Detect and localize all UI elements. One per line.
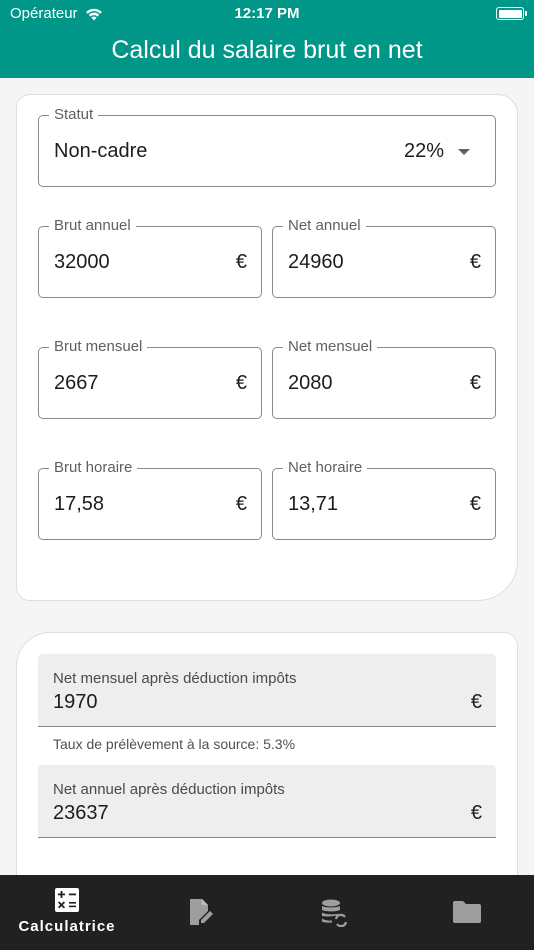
euro-icon: €: [470, 691, 482, 713]
net-horaire-value: 13,71: [288, 492, 339, 515]
net-annuel-value: 24960: [288, 250, 344, 273]
brut-mensuel-value: 2667: [54, 371, 99, 394]
net-mensuel-impots-label: Net mensuel après déduction impôts: [53, 670, 297, 687]
status-bar: Opérateur 12:17 PM: [0, 0, 534, 28]
brut-annuel-field[interactable]: Brut annuel 32000 €: [38, 217, 262, 298]
net-horaire-field[interactable]: Net horaire 13,71 €: [272, 459, 496, 540]
brut-horaire-value: 17,58: [54, 492, 105, 515]
battery-icon: [496, 7, 527, 20]
net-annuel-impots-value: 23637: [53, 802, 109, 824]
net-mensuel-value: 2080: [288, 371, 333, 394]
tax-rate-helper: Taux de prélèvement à la source: 5.3%: [53, 736, 296, 752]
euro-icon: €: [235, 492, 247, 515]
euro-icon: €: [469, 371, 481, 394]
net-mensuel-impots-value: 1970: [53, 691, 98, 713]
euro-icon: €: [235, 250, 247, 273]
clock: 12:17 PM: [234, 5, 300, 22]
bottom-tab-bar: Calculatrice: [0, 875, 534, 950]
dropdown-arrow-icon: [458, 149, 470, 155]
brut-annuel-value: 32000: [54, 250, 110, 273]
net-mensuel-impots-field: Net mensuel après déduction impôts 1970 …: [38, 654, 496, 727]
tab-edit[interactable]: [134, 875, 267, 950]
statut-value: Non-cadre: [54, 139, 148, 162]
tab-database[interactable]: [267, 875, 400, 950]
net-annuel-impots-field: Net annuel après déduction impôts 23637 …: [38, 765, 496, 838]
euro-icon: €: [469, 492, 481, 515]
tab-calculatrice[interactable]: Calculatrice: [0, 875, 134, 950]
net-annuel-impots-label: Net annuel après déduction impôts: [53, 781, 285, 798]
brut-horaire-field[interactable]: Brut horaire 17,58 €: [38, 459, 262, 540]
page-title: Calcul du salaire brut en net: [111, 36, 423, 64]
euro-icon: €: [469, 250, 481, 273]
net-annuel-field[interactable]: Net annuel 24960 €: [272, 217, 496, 298]
edit-document-icon: [189, 899, 213, 925]
brut-mensuel-field[interactable]: Brut mensuel 2667 €: [38, 338, 262, 419]
folder-icon: [453, 901, 481, 923]
tab-calculatrice-label: Calculatrice: [18, 918, 116, 935]
euro-icon: €: [470, 802, 482, 824]
statut-select[interactable]: Statut Non-cadre 22%: [38, 106, 496, 187]
calculator-icon: [55, 888, 79, 912]
database-sync-icon: [321, 899, 347, 927]
net-mensuel-field[interactable]: Net mensuel 2080 €: [272, 338, 496, 419]
euro-icon: €: [235, 371, 247, 394]
tab-folder[interactable]: [400, 875, 534, 950]
app-header: Opérateur 12:17 PM Calcul du salaire bru…: [0, 0, 534, 78]
statut-rate: 22%: [403, 139, 444, 162]
